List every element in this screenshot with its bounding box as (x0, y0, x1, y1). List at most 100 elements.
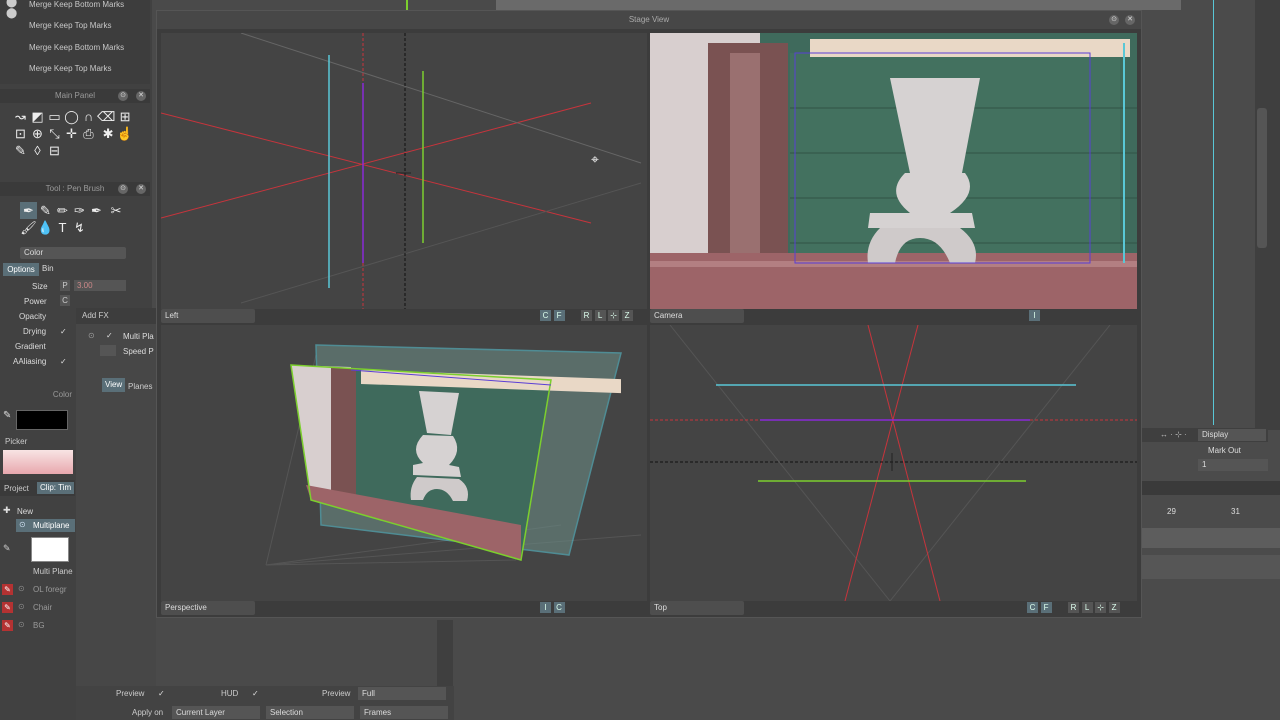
marker-icon[interactable]: ✑ (71, 202, 88, 219)
zoom-button[interactable]: Z (621, 310, 633, 321)
fit-button[interactable]: F (553, 310, 565, 321)
lock-button[interactable]: L (594, 310, 606, 321)
panel-menu-icon[interactable]: ⊙ (118, 184, 128, 194)
perspective-viewport[interactable] (161, 325, 647, 601)
window-close-icon[interactable]: ✕ (1125, 15, 1135, 25)
pivot-button[interactable]: ⊹ (1095, 602, 1107, 613)
info-button[interactable]: I (540, 602, 551, 613)
ink-icon[interactable]: ✒ (88, 202, 105, 219)
drop-icon[interactable]: 💧 (37, 219, 54, 236)
visibility-icon[interactable]: ⊙ (18, 620, 25, 629)
camera-cursor-icon[interactable]: ⌖ (591, 151, 599, 168)
cutter-tool-icon[interactable]: ⊡ (12, 125, 29, 142)
merge-menu-item[interactable]: Merge Keep Top Marks (29, 64, 112, 73)
merge-menu-item[interactable]: Merge Keep Bottom Marks (29, 0, 124, 9)
fx-visibility-icon[interactable]: ⊙ (88, 331, 95, 340)
perspective-view-select[interactable]: Perspective (161, 601, 255, 615)
panel-menu-icon[interactable]: ⊙ (118, 91, 128, 101)
apply-on-select[interactable]: Current Layer (172, 706, 260, 719)
tab-project[interactable]: Project (4, 484, 29, 493)
tab-bin[interactable]: Bin (42, 264, 54, 273)
window-menu-icon[interactable]: ⊙ (1109, 15, 1119, 25)
contour-tool-icon[interactable]: ◩ (29, 108, 46, 125)
transform-tool-icon[interactable]: ⤡ (46, 125, 63, 142)
current-color-swatch[interactable] (16, 410, 68, 430)
new-label[interactable]: New (17, 507, 33, 516)
brush-icon[interactable]: ✎ (37, 202, 54, 219)
paint-tool-icon[interactable]: ◊ (29, 142, 46, 159)
tab-view[interactable]: View (102, 378, 126, 392)
panel-close-icon[interactable]: ✕ (136, 91, 146, 101)
aaliasing-check[interactable]: ✓ (60, 357, 67, 366)
reset-button[interactable]: R (1068, 602, 1080, 613)
dropper-tool-icon[interactable]: ✎ (12, 142, 29, 159)
center-button[interactable]: C (1027, 602, 1038, 613)
eyedropper-icon[interactable]: ✎ (3, 410, 13, 424)
tab-options[interactable]: Options (3, 263, 39, 276)
grid-tool-icon[interactable]: ⊞ (117, 108, 134, 125)
hud-check[interactable]: ✓ (252, 689, 259, 698)
tag-icon[interactable]: ✎ (3, 543, 11, 554)
tab-clip[interactable]: Clip: Tim (37, 482, 75, 494)
camera-viewport[interactable] (650, 33, 1137, 309)
top-viewport[interactable] (650, 325, 1137, 601)
zoom-tool-icon[interactable]: ⊕ (29, 125, 46, 142)
left-viewport[interactable]: ⌖ (161, 33, 647, 309)
select-tool-icon[interactable]: ↝ (12, 108, 29, 125)
camera-tool-icon[interactable]: ⎙ (80, 125, 97, 142)
center-button[interactable]: C (540, 310, 551, 321)
size-input[interactable]: 3.00 (74, 280, 126, 291)
visibility-icon[interactable]: ⊙ (18, 602, 25, 611)
camera-view-select[interactable]: Camera (650, 309, 744, 323)
center-button[interactable]: C (553, 602, 565, 613)
panel-close-icon[interactable]: ✕ (136, 184, 146, 194)
paint-brush-icon[interactable]: 🖌 (20, 219, 37, 236)
multiplane-thumbnail[interactable] (31, 537, 69, 562)
info-button[interactable]: I (1029, 310, 1040, 321)
fx-item[interactable]: Speed P (123, 347, 154, 356)
layer-row[interactable]: ✎ ⊙ OL foregr (0, 583, 75, 597)
multiplane-row[interactable]: ⊙ Multiplane (16, 519, 75, 532)
zoom-button[interactable]: Z (1108, 602, 1120, 613)
fx-checkbox[interactable] (100, 345, 116, 356)
power-prefix[interactable]: C (60, 295, 70, 306)
color-picker-gradient[interactable] (3, 450, 73, 474)
merge-menu-item[interactable]: Merge Keep Bottom Marks (29, 43, 124, 52)
scissors-icon[interactable]: ✂ (108, 202, 125, 219)
pencil-icon[interactable]: ✏ (54, 202, 71, 219)
brush-tag-icon[interactable]: ✎ (2, 620, 13, 631)
rectangle-tool-icon[interactable]: ▭ (46, 108, 63, 125)
fit-button[interactable]: F (1040, 602, 1052, 613)
ellipse-tool-icon[interactable]: ◯ (63, 108, 80, 125)
lasso-tool-icon[interactable]: ∩ (80, 108, 97, 125)
fx-check[interactable]: ✓ (106, 331, 113, 340)
fx-item[interactable]: Multi Pla (123, 332, 154, 341)
drying-check[interactable]: ✓ (60, 327, 67, 336)
timeline-track[interactable] (1140, 555, 1280, 579)
vertical-scrollbar-thumb[interactable] (1257, 108, 1267, 248)
hand-tool-icon[interactable]: ☝ (117, 125, 134, 142)
preview-mode-select[interactable]: Full (358, 687, 446, 700)
preview-check[interactable]: ✓ (158, 689, 165, 698)
display-select[interactable]: Display (1198, 429, 1266, 441)
top-view-select[interactable]: Top (650, 601, 744, 615)
tab-planes[interactable]: Planes (128, 382, 152, 391)
frames-select[interactable]: Frames (360, 706, 448, 719)
lower-scrollbar[interactable] (437, 620, 453, 686)
visibility-icon[interactable]: ⊙ (18, 584, 25, 593)
reference-tool-icon[interactable]: ⊟ (46, 142, 63, 159)
selection-select[interactable]: Selection (266, 706, 354, 719)
color-mode-select[interactable]: Color (20, 247, 126, 259)
brush-tag-icon[interactable]: ✎ (2, 602, 13, 613)
eraser-tool-icon[interactable]: ⌫ (97, 108, 115, 125)
timeline-track[interactable] (1140, 528, 1280, 548)
layer-row[interactable]: ✎ ⊙ BG (0, 619, 75, 633)
merge-menu-item[interactable]: Merge Keep Top Marks (29, 21, 112, 30)
pen-brush-icon[interactable]: ✒ (20, 202, 37, 219)
brush-tag-icon[interactable]: ✎ (2, 584, 13, 595)
left-view-select[interactable]: Left (161, 309, 255, 323)
text-icon[interactable]: T (54, 219, 71, 236)
reset-button[interactable]: R (581, 310, 593, 321)
smudge-icon[interactable]: ↯ (71, 219, 88, 236)
frame-input[interactable]: 1 (1198, 459, 1268, 471)
